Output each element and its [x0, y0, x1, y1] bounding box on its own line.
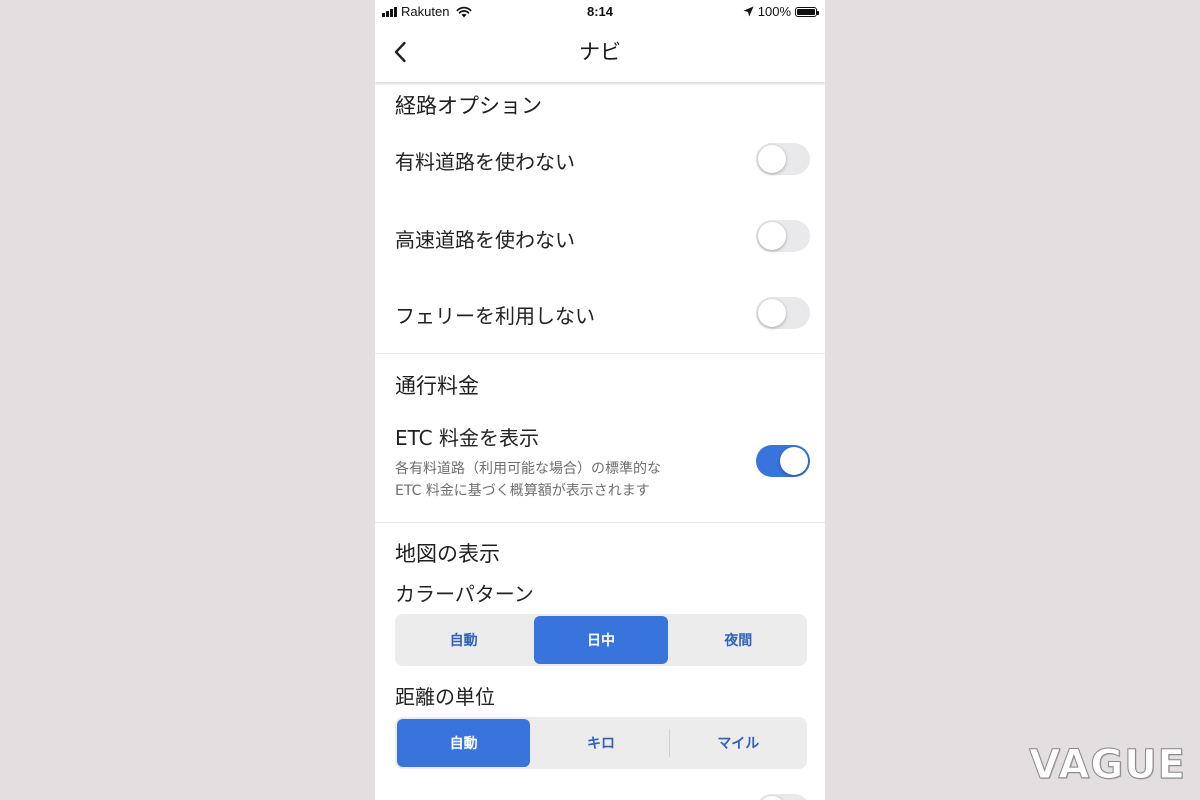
status-bar: Rakuten 8:14 100% [375, 0, 825, 22]
battery-fill [797, 8, 815, 15]
battery-percent: 100% [757, 4, 791, 19]
section-title-map-display: 地図の表示 [395, 542, 500, 566]
segmented-distance-units: 自動 キロ マイル [395, 717, 807, 769]
row-label-avoid-tolls: 有料道路を使わない [395, 150, 575, 174]
section-title-route-options: 経路オプション [395, 94, 542, 118]
toggle-knob [780, 447, 808, 475]
toggle-knob [758, 299, 786, 327]
divider [375, 353, 825, 354]
segment-color-auto[interactable]: 自動 [397, 616, 530, 664]
watermark-logo: VAGUE [1029, 742, 1186, 789]
toggle-knob [758, 222, 786, 250]
toggle-avoid-ferries[interactable] [756, 297, 810, 329]
segment-units-km[interactable]: キロ [534, 719, 667, 767]
page-title: ナビ [579, 40, 621, 64]
toggle-partial-next-row[interactable] [756, 794, 810, 800]
row-label-avoid-ferries: フェリーを利用しない [395, 304, 595, 328]
segment-units-auto[interactable]: 自動 [397, 719, 531, 767]
toggle-avoid-highways[interactable] [756, 220, 810, 252]
nav-header: ナビ [375, 22, 825, 82]
segment-color-night[interactable]: 夜間 [672, 616, 805, 664]
toggle-knob [758, 145, 786, 173]
label-color-scheme: カラーパターン [395, 582, 534, 606]
toggle-avoid-tolls[interactable] [756, 143, 810, 175]
battery-icon [795, 6, 819, 17]
label-distance-units: 距離の単位 [395, 685, 495, 709]
stage: Rakuten 8:14 100% ナビ 経路オプション 有料道路を使わない 高… [0, 0, 1200, 800]
row-desc-etc-line2: ETC 料金に基づく概算額が表示されます [395, 483, 650, 499]
row-label-show-etc: ETC 料金を表示 [395, 426, 540, 450]
segmented-color-scheme: 自動 日中 夜間 [395, 614, 807, 666]
divider [375, 522, 825, 523]
toggle-show-etc[interactable] [756, 445, 810, 477]
phone-screen: Rakuten 8:14 100% ナビ 経路オプション 有料道路を使わない 高… [375, 0, 825, 800]
status-right: 100% [743, 4, 819, 19]
location-arrow-icon [743, 6, 754, 17]
row-desc-etc-line1: 各有料道路（利用可能な場合）の標準的な [395, 461, 661, 477]
toggle-knob [758, 796, 786, 800]
section-title-tolls: 通行料金 [395, 374, 479, 398]
row-label-avoid-highways: 高速道路を使わない [395, 228, 575, 252]
segment-units-miles[interactable]: マイル [668, 719, 805, 767]
segment-color-day[interactable]: 日中 [534, 616, 668, 664]
